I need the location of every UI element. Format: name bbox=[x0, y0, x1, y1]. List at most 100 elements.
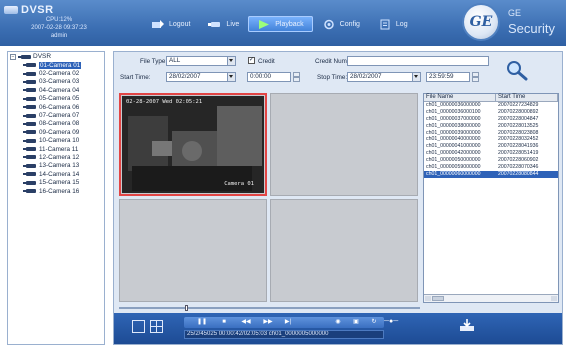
camera-item-label: 02-Camera 02 bbox=[39, 70, 80, 78]
file-name-cell: ch01_00000037000000 bbox=[426, 115, 481, 122]
scroll-right-icon[interactable] bbox=[551, 296, 557, 301]
ge-logo: GE bbox=[464, 5, 498, 39]
camera-item[interactable]: 12-Camera 12 bbox=[8, 153, 104, 161]
credit-checkbox[interactable]: ✓ bbox=[248, 57, 255, 64]
download-icon[interactable] bbox=[459, 318, 475, 332]
timeline-knob[interactable] bbox=[185, 305, 188, 311]
file-name-cell: ch01_00000042000000 bbox=[426, 150, 481, 157]
camera-item[interactable]: 04-Camera 04 bbox=[8, 86, 104, 94]
file-type-select[interactable]: ALL bbox=[166, 56, 236, 66]
fast-forward-icon[interactable]: ▶▶ bbox=[262, 317, 274, 328]
video-grid: 02-28-2007 Wed 02:05:21 Camera 01 bbox=[119, 93, 420, 303]
video-pane-3[interactable] bbox=[119, 199, 267, 302]
camera-icon bbox=[23, 189, 36, 194]
file-row[interactable]: ch01_00000060000000 20070228080844 bbox=[424, 170, 558, 178]
nav-logout[interactable]: Logout bbox=[142, 16, 199, 32]
camera-icon bbox=[23, 138, 36, 143]
camera-item[interactable]: 07-Camera 07 bbox=[8, 111, 104, 119]
file-row[interactable]: ch01_00000050000000 20070228060902 bbox=[424, 157, 558, 164]
file-row[interactable]: ch01_00000036000000 20070227234829 bbox=[424, 102, 558, 109]
file-name-cell: ch01_00000060000000 bbox=[426, 170, 481, 177]
camera-icon bbox=[23, 172, 36, 177]
nav-config[interactable]: Config bbox=[313, 16, 369, 32]
file-list-scrollbar[interactable] bbox=[424, 294, 558, 302]
file-row[interactable]: ch01_00000039000000 20070228023808 bbox=[424, 130, 558, 137]
camera-item-label: 06-Camera 06 bbox=[39, 103, 80, 111]
camera-item[interactable]: 13-Camera 13 bbox=[8, 162, 104, 170]
stop-date-picker[interactable]: 28/02/2007 bbox=[347, 72, 421, 82]
collapse-icon[interactable]: − bbox=[10, 53, 16, 60]
wordmark-line2: Security bbox=[508, 21, 555, 36]
camera-icon bbox=[23, 63, 36, 68]
snapshot-icon[interactable]: ◉ bbox=[332, 317, 344, 328]
file-row[interactable]: ch01_00000042000000 20070228051419 bbox=[424, 150, 558, 157]
nav-logout-label: Logout bbox=[169, 20, 191, 28]
playback-timeline[interactable] bbox=[119, 305, 420, 311]
camera-item[interactable]: 11-Camera 11 bbox=[8, 145, 104, 153]
camera-item[interactable]: 10-Camera 10 bbox=[8, 137, 104, 145]
file-row[interactable]: ch01_00000036000100 20070228000892 bbox=[424, 109, 558, 116]
start-clock-spinner[interactable] bbox=[293, 72, 300, 82]
camera-icon bbox=[23, 130, 36, 135]
refresh-icon[interactable]: ↻ bbox=[368, 317, 380, 328]
quad-view-icon[interactable] bbox=[150, 320, 163, 333]
camera-icon bbox=[23, 105, 36, 110]
camera-item[interactable]: 01-Camera 01 bbox=[8, 61, 104, 69]
pause-icon[interactable]: ❚❚ bbox=[196, 317, 208, 328]
camera-item[interactable]: 03-Camera 03 bbox=[8, 78, 104, 86]
nav-playback-label: Playback bbox=[275, 20, 304, 28]
camera-item-label: 03-Camera 03 bbox=[39, 78, 80, 86]
scroll-left-icon[interactable] bbox=[425, 296, 431, 301]
step-icon[interactable]: ▶| bbox=[282, 317, 294, 328]
video-pane-1[interactable]: 02-28-2007 Wed 02:05:21 Camera 01 bbox=[119, 93, 267, 196]
stop-clock-input[interactable]: 23:59:59 bbox=[426, 72, 470, 82]
video-pane-2[interactable] bbox=[270, 93, 418, 196]
credit-label: Credit bbox=[258, 58, 275, 65]
credit-num-input[interactable] bbox=[347, 56, 489, 66]
camera-icon bbox=[23, 113, 36, 118]
camera-item-label: 01-Camera 01 bbox=[39, 61, 82, 69]
config-icon bbox=[323, 19, 334, 29]
search-icon[interactable] bbox=[505, 59, 529, 81]
camera-icon bbox=[23, 96, 36, 101]
scene-illustration bbox=[122, 96, 264, 193]
cpu-usage: CPU:12% bbox=[45, 17, 73, 23]
start-clock-input[interactable]: 0:00:00 bbox=[247, 72, 291, 82]
file-row[interactable]: ch01_00000040000000 20070228032452 bbox=[424, 136, 558, 143]
nav-playback[interactable]: Playback bbox=[248, 16, 313, 32]
video-pane-4[interactable] bbox=[270, 199, 418, 302]
single-view-icon[interactable] bbox=[132, 320, 145, 333]
camera-item[interactable]: 15-Camera 15 bbox=[8, 178, 104, 186]
nav-log[interactable]: Log bbox=[369, 16, 417, 32]
stop-clock-spinner[interactable] bbox=[472, 72, 479, 82]
column-start-time[interactable]: Start Time bbox=[496, 94, 558, 101]
camera-item-label: 14-Camera 14 bbox=[39, 170, 80, 178]
logout-icon bbox=[152, 19, 164, 28]
rewind-icon[interactable]: ◀◀ bbox=[240, 317, 252, 328]
file-row[interactable]: ch01_00000059000000 20070228070346 bbox=[424, 164, 558, 171]
file-start-cell: 20070228060902 bbox=[498, 157, 539, 164]
camera-item[interactable]: 02-Camera 02 bbox=[8, 69, 104, 77]
stop-icon[interactable]: ■ bbox=[218, 317, 230, 328]
save-icon[interactable]: ▣ bbox=[350, 317, 362, 328]
camera-item[interactable]: 14-Camera 14 bbox=[8, 170, 104, 178]
system-datetime: 2007-02-28 09:37:23 bbox=[31, 25, 87, 31]
camera-item-label: 07-Camera 07 bbox=[39, 112, 80, 120]
camera-item[interactable]: 16-Camera 16 bbox=[8, 187, 104, 195]
file-row[interactable]: ch01_00000038000000 20070228013525 bbox=[424, 123, 558, 130]
volume-slider-icon[interactable]: ─●─ bbox=[384, 318, 398, 325]
nav-live[interactable]: Live bbox=[199, 16, 248, 32]
camera-item[interactable]: 06-Camera 06 bbox=[8, 103, 104, 111]
column-file-name[interactable]: File Name bbox=[424, 94, 496, 101]
start-date-picker[interactable]: 28/02/2007 bbox=[166, 72, 236, 82]
camera-item[interactable]: 05-Camera 05 bbox=[8, 95, 104, 103]
camera-item[interactable]: 08-Camera 08 bbox=[8, 120, 104, 128]
scroll-thumb[interactable] bbox=[432, 296, 444, 301]
file-start-cell: 20070228004847 bbox=[498, 115, 539, 122]
file-row[interactable]: ch01_00000037000000 20070228004847 bbox=[424, 116, 558, 123]
file-row[interactable]: ch01_00000041000000 20070228041936 bbox=[424, 143, 558, 150]
camera-icon bbox=[23, 71, 36, 76]
camera-item[interactable]: 09-Camera 09 bbox=[8, 128, 104, 136]
tree-root-dvsr[interactable]: − DVSR bbox=[8, 52, 104, 61]
chevron-down-icon bbox=[227, 57, 235, 65]
